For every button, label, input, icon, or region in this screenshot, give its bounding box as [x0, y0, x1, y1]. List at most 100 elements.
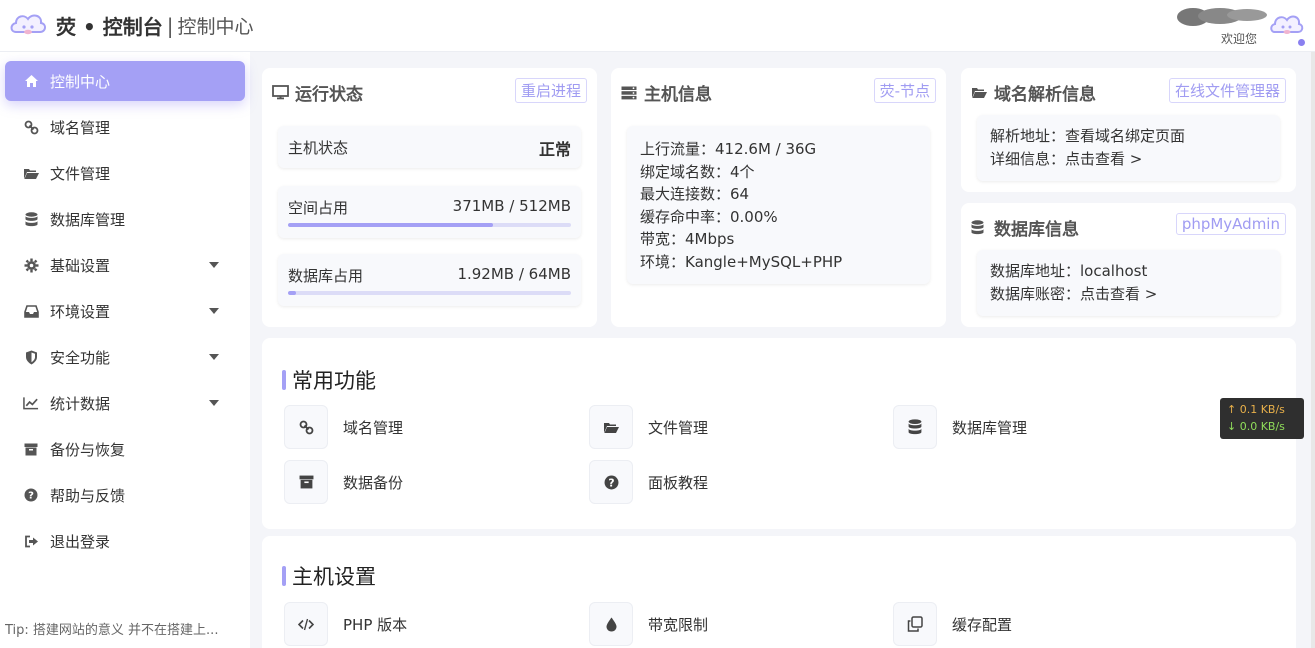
sidebar-item-label: 备份与恢复 — [50, 440, 126, 459]
database-icon — [893, 405, 937, 449]
func-panel-tutorial[interactable]: ? 面板教程 — [589, 460, 708, 504]
caret-down-icon — [209, 262, 219, 268]
db-usage-row: 数据库占用 1.92MB / 64MB — [278, 254, 581, 306]
func-bandwidth-limit[interactable]: 带宽限制 — [589, 602, 708, 646]
sidebar-tip: Tip: 搭建网站的意义 并不在搭建上... — [5, 623, 219, 638]
title-accent-bar — [282, 370, 286, 390]
sidebar-item-dashboard[interactable]: 控制中心 — [5, 61, 245, 101]
host-settings-card: 主机设置 PHP 版本 带宽限制 缓存配置 — [262, 536, 1296, 648]
dns-info-box: 解析地址：查看域名绑定页面 详细信息：点击查看 > — [977, 115, 1280, 181]
folder-open-icon — [23, 165, 39, 181]
card-title: 域名解析信息 — [971, 80, 1096, 105]
folder-open-icon — [589, 405, 633, 449]
archive-icon — [284, 460, 328, 504]
file-manager-button[interactable]: 在线文件管理器 — [1168, 78, 1286, 103]
sign-out-icon — [23, 533, 39, 549]
dns-info-card: 域名解析信息 在线文件管理器 解析地址：查看域名绑定页面 详细信息：点击查看 > — [961, 68, 1296, 192]
db-info-card: 数据库信息 phpMyAdmin 数据库地址：localhost 数据库账密：点… — [961, 203, 1296, 327]
sidebar-item-basic-settings[interactable]: 基础设置 — [5, 245, 245, 285]
caret-down-icon — [209, 400, 219, 406]
database-icon — [23, 211, 39, 227]
card-title: 主机信息 — [621, 80, 712, 105]
scrollbar[interactable] — [1311, 52, 1315, 648]
svg-text:?: ? — [28, 491, 34, 502]
func-file-management[interactable]: 文件管理 — [589, 405, 708, 449]
func-database-management[interactable]: 数据库管理 — [893, 405, 1027, 449]
space-usage-value: 371MB / 512MB — [452, 197, 571, 215]
space-usage-label: 空间占用 — [288, 199, 349, 217]
node-button[interactable]: 荧-节点 — [873, 78, 936, 103]
sidebar-item-help[interactable]: ? 帮助与反馈 — [5, 475, 245, 515]
upload-traffic-text: 上行流量：412.6M / 36G — [640, 140, 817, 158]
link-icon — [284, 405, 328, 449]
func-domain-management[interactable]: 域名管理 — [284, 405, 403, 449]
bound-domains-text: 绑定域名数：4个 — [640, 162, 755, 181]
func-data-backup[interactable]: 数据备份 — [284, 460, 403, 504]
question-circle-icon: ? — [23, 487, 39, 503]
desktop-icon — [272, 85, 290, 101]
sidebar-item-label: 数据库管理 — [50, 210, 126, 229]
sidebar-item-logout[interactable]: 退出登录 — [5, 521, 245, 561]
space-usage-bar-fill — [288, 223, 494, 227]
detail-info-link[interactable]: 详细信息：点击查看 > — [990, 148, 1267, 171]
copy-icon — [893, 602, 937, 646]
host-info-title: 主机信息 — [644, 85, 712, 105]
logo-icon — [10, 14, 46, 34]
db-info-box: 数据库地址：localhost 数据库账密：点击查看 > — [977, 250, 1280, 316]
sidebar: 控制中心 域名管理 文件管理 数据库管理 基础设置 环境设置 安全功能 统计数据… — [0, 52, 250, 648]
sidebar-item-label: 控制中心 — [50, 72, 111, 91]
username-redacted — [1177, 8, 1267, 26]
sidebar-item-stats[interactable]: 统计数据 — [5, 383, 245, 423]
max-connections-text: 最大连接数：64 — [640, 185, 750, 203]
host-settings-title: 主机设置 — [292, 565, 376, 589]
sidebar-item-security[interactable]: 安全功能 — [5, 337, 245, 377]
online-status-dot — [1298, 39, 1305, 46]
db-credentials-link[interactable]: 数据库账密：点击查看 > — [990, 283, 1267, 306]
restart-process-button[interactable]: 重启进程 — [514, 78, 587, 103]
brand-title: 荧 • 控制台 — [56, 15, 163, 39]
sidebar-item-backup[interactable]: 备份与恢复 — [5, 429, 245, 469]
db-usage-bar-fill — [288, 291, 297, 295]
bandwidth-text: 带宽：4Mbps — [640, 230, 735, 248]
host-info-card: 主机信息 荧-节点 上行流量：412.6M / 36G 绑定域名数：4个 最大连… — [611, 68, 946, 327]
db-address-text: 数据库地址：localhost — [990, 262, 1148, 280]
card-title: 数据库信息 — [971, 215, 1079, 240]
network-speed-widget: ↑ 0.1 KB/s ↓ 0.0 KB/s — [1220, 398, 1304, 439]
section-title: 常用功能 — [282, 365, 376, 395]
space-usage-bar — [288, 223, 571, 227]
sidebar-item-label: 文件管理 — [50, 164, 111, 183]
sidebar-item-label: 域名管理 — [50, 118, 111, 137]
sidebar-item-env-settings[interactable]: 环境设置 — [5, 291, 245, 331]
func-label: 面板教程 — [648, 473, 709, 492]
inbox-icon — [23, 303, 39, 319]
download-speed: ↓ 0.0 KB/s — [1227, 420, 1285, 433]
db-info-title: 数据库信息 — [994, 220, 1079, 240]
func-cache-config[interactable]: 缓存配置 — [893, 602, 1012, 646]
resolve-address-link[interactable]: 解析地址：查看域名绑定页面 — [990, 125, 1267, 148]
phpmyadmin-button[interactable]: phpMyAdmin — [1175, 213, 1286, 235]
caret-down-icon — [209, 308, 219, 314]
avatar[interactable] — [1269, 10, 1305, 42]
folder-open-icon — [971, 85, 989, 101]
func-label: 带宽限制 — [648, 615, 709, 634]
sidebar-item-database[interactable]: 数据库管理 — [5, 199, 245, 239]
sidebar-item-label: 环境设置 — [50, 302, 111, 321]
db-usage-value: 1.92MB / 64MB — [457, 265, 571, 283]
db-usage-bar — [288, 291, 571, 295]
welcome-text: 欢迎您 — [1221, 32, 1258, 46]
section-title: 主机设置 — [282, 561, 376, 591]
caret-down-icon — [209, 354, 219, 360]
sidebar-item-label: 基础设置 — [50, 256, 111, 275]
func-label: 域名管理 — [343, 418, 404, 437]
sidebar-item-label: 统计数据 — [50, 394, 111, 413]
shield-icon — [23, 349, 39, 365]
common-functions-card: 常用功能 域名管理 文件管理 数据库管理 数据备份 ? 面板教程 — [262, 338, 1296, 529]
code-icon — [284, 602, 328, 646]
func-php-version[interactable]: PHP 版本 — [284, 602, 407, 646]
user-menu[interactable]: 欢迎您 — [1175, 4, 1305, 48]
sidebar-item-files[interactable]: 文件管理 — [5, 153, 245, 193]
droplet-icon — [589, 602, 633, 646]
sidebar-item-domains[interactable]: 域名管理 — [5, 107, 245, 147]
func-label: 数据库管理 — [952, 418, 1028, 437]
title-accent-bar — [282, 566, 286, 586]
